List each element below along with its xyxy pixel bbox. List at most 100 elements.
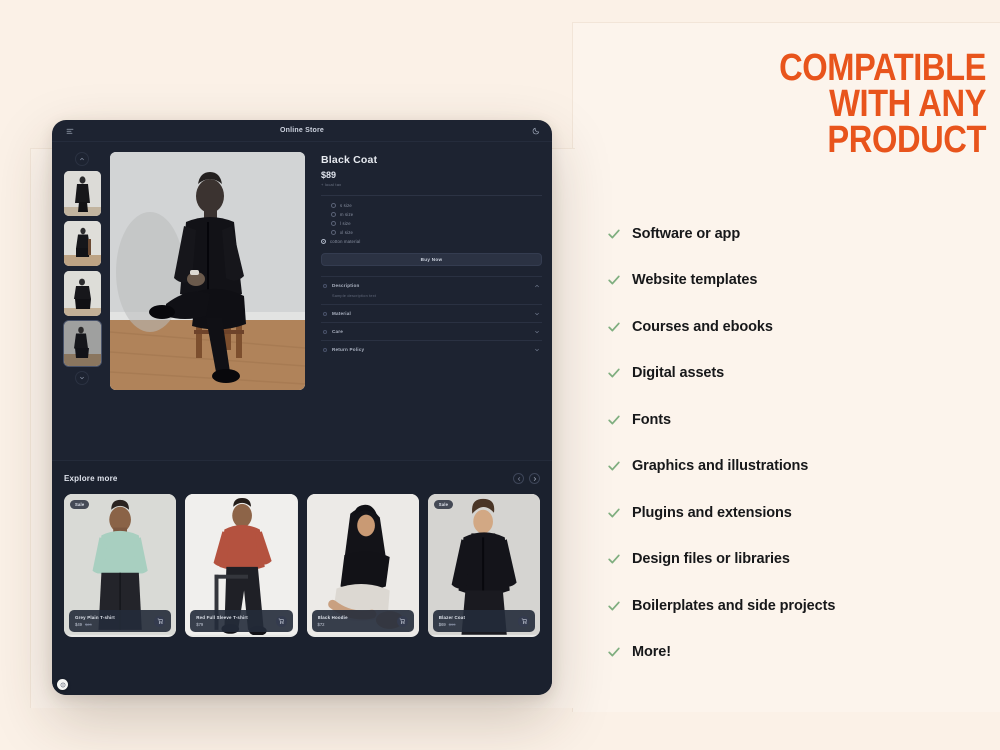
product-card-price: $72 bbox=[317, 621, 325, 627]
checklist-item: Digital assets bbox=[606, 350, 986, 397]
checklist-item: Design files or libraries bbox=[606, 536, 986, 583]
check-icon bbox=[606, 365, 632, 381]
sale-badge: Sale bbox=[433, 500, 454, 509]
checklist-item: Graphics and illustrations bbox=[606, 443, 986, 490]
option-row[interactable]: s size bbox=[331, 203, 542, 208]
chevron-down-icon[interactable] bbox=[75, 371, 89, 385]
cart-icon[interactable] bbox=[518, 615, 529, 627]
checklist-item: Website templates bbox=[606, 257, 986, 304]
explore-header: Explore more bbox=[64, 473, 540, 484]
product-card-bar: Red Full Sleeve T-shirt $79 bbox=[190, 610, 293, 632]
accordion-header[interactable]: Description bbox=[321, 277, 542, 294]
accordion-label: Material bbox=[332, 311, 351, 316]
accordion-item-return-policy: Return Policy bbox=[321, 340, 542, 358]
chevron-down-icon[interactable] bbox=[533, 328, 540, 335]
chevron-left-circle-icon[interactable] bbox=[513, 473, 524, 484]
checklist-label: Courses and ebooks bbox=[632, 318, 773, 335]
checklist-label: Graphics and illustrations bbox=[632, 458, 809, 475]
check-icon bbox=[606, 505, 632, 521]
accordion-header[interactable]: Return Policy bbox=[321, 341, 542, 358]
check-icon bbox=[606, 319, 632, 335]
checklist-label: Software or app bbox=[632, 225, 741, 242]
cart-icon[interactable] bbox=[275, 615, 287, 627]
accordion-label: Return Policy bbox=[332, 347, 365, 352]
product-card-name: Blazer Coat bbox=[438, 615, 466, 621]
explore-title: Explore more bbox=[64, 474, 118, 483]
radio-icon[interactable] bbox=[331, 203, 336, 208]
thumbnail-3[interactable] bbox=[62, 320, 102, 367]
check-icon bbox=[606, 551, 632, 567]
checklist-item: Software or app bbox=[606, 210, 986, 257]
check-icon bbox=[606, 272, 632, 288]
product-card-price: $49 bbox=[75, 621, 82, 627]
option-label: l size bbox=[340, 221, 351, 226]
option-row[interactable]: cotton material bbox=[321, 239, 542, 244]
option-row[interactable]: m size bbox=[331, 212, 542, 217]
bullet-icon bbox=[323, 347, 327, 352]
accordion-item-description: Description Sample description text bbox=[321, 276, 542, 304]
accordion-header[interactable]: Material bbox=[321, 305, 542, 322]
hero-product-image[interactable] bbox=[110, 152, 305, 390]
product-card[interactable]: Black Hoodie $72 bbox=[306, 494, 419, 637]
product-card[interactable]: Sale Grey Plain T-shirt $49 $69 bbox=[64, 494, 177, 637]
bullet-icon bbox=[323, 329, 327, 334]
buy-now-button[interactable]: Buy Now bbox=[321, 253, 542, 266]
app-title: Online Store bbox=[279, 127, 325, 134]
product-price: $89 bbox=[321, 170, 337, 180]
radio-icon[interactable] bbox=[331, 212, 336, 217]
check-icon bbox=[606, 226, 632, 242]
checklist-item: Boilerplates and side projects bbox=[606, 582, 986, 629]
headline-line-1: COMPATIBLE bbox=[779, 47, 986, 89]
product-card-name: Black Hoodie bbox=[317, 615, 348, 621]
option-label: cotton material bbox=[330, 239, 361, 244]
option-label: m size bbox=[340, 212, 354, 217]
moon-icon[interactable] bbox=[530, 125, 542, 137]
product-accordion: Description Sample description text Mate… bbox=[321, 276, 542, 358]
divider bbox=[321, 195, 542, 196]
checklist-label: Boilerplates and side projects bbox=[632, 597, 836, 614]
option-row[interactable]: xl size bbox=[331, 230, 542, 235]
headline-line-3: PRODUCT bbox=[827, 119, 986, 162]
accordion-label: Description bbox=[332, 283, 360, 288]
thumbnail-2[interactable] bbox=[63, 271, 101, 316]
radio-icon[interactable] bbox=[331, 221, 336, 226]
sale-badge: Sale bbox=[70, 500, 90, 509]
bullet-icon bbox=[323, 311, 327, 316]
accordion-body: Sample description text bbox=[332, 294, 377, 298]
accordion-header[interactable]: Care bbox=[321, 323, 542, 340]
product-area: Black Coat $89 + local tax s size m size bbox=[52, 142, 552, 390]
chevron-right-circle-icon[interactable] bbox=[529, 473, 540, 484]
cart-icon[interactable] bbox=[154, 615, 166, 627]
page-root: Online Store Black Coat $89 + local tax … bbox=[0, 0, 1000, 750]
option-row[interactable]: l size bbox=[331, 221, 542, 226]
product-card-price: $79 bbox=[196, 621, 204, 627]
checklist-label: Fonts bbox=[632, 411, 671, 428]
option-label: s size bbox=[340, 203, 352, 208]
radio-selected-icon[interactable] bbox=[321, 239, 326, 244]
feature-checklist: Software or app Website templates Course… bbox=[596, 210, 986, 675]
chevron-down-icon[interactable] bbox=[533, 346, 540, 353]
product-card-old-price: $99 bbox=[448, 621, 456, 627]
option-label: xl size bbox=[340, 230, 354, 235]
chevron-up-icon[interactable] bbox=[533, 282, 540, 289]
thumbnail-0[interactable] bbox=[63, 171, 101, 216]
thumbnail-strip bbox=[62, 152, 102, 390]
radio-icon[interactable] bbox=[331, 230, 336, 235]
cart-icon[interactable] bbox=[396, 615, 408, 627]
thumbnail-1[interactable] bbox=[63, 221, 101, 266]
checklist-label: Plugins and extensions bbox=[632, 504, 792, 521]
product-card-bar: Blazer Coat $69 $99 bbox=[432, 610, 535, 632]
app-window: Online Store Black Coat $89 + local tax … bbox=[52, 120, 552, 695]
checklist-item: Courses and ebooks bbox=[606, 303, 986, 350]
promo-panel: COMPATIBLE WITH ANY PRODUCT Software or … bbox=[596, 47, 986, 675]
product-card[interactable]: Sale Blazer Coat $69 $99 bbox=[427, 494, 540, 637]
product-card-name: Grey Plain T-shirt bbox=[75, 615, 115, 621]
accordion-item-care: Care bbox=[321, 322, 542, 340]
checklist-item: More! bbox=[606, 629, 986, 676]
chevron-up-icon[interactable] bbox=[75, 152, 89, 166]
chevron-down-icon[interactable] bbox=[533, 310, 540, 317]
product-card[interactable]: Red Full Sleeve T-shirt $79 bbox=[185, 494, 298, 637]
info-badge[interactable] bbox=[57, 679, 68, 690]
check-icon bbox=[606, 412, 632, 428]
product-title: Black Coat bbox=[321, 154, 378, 166]
